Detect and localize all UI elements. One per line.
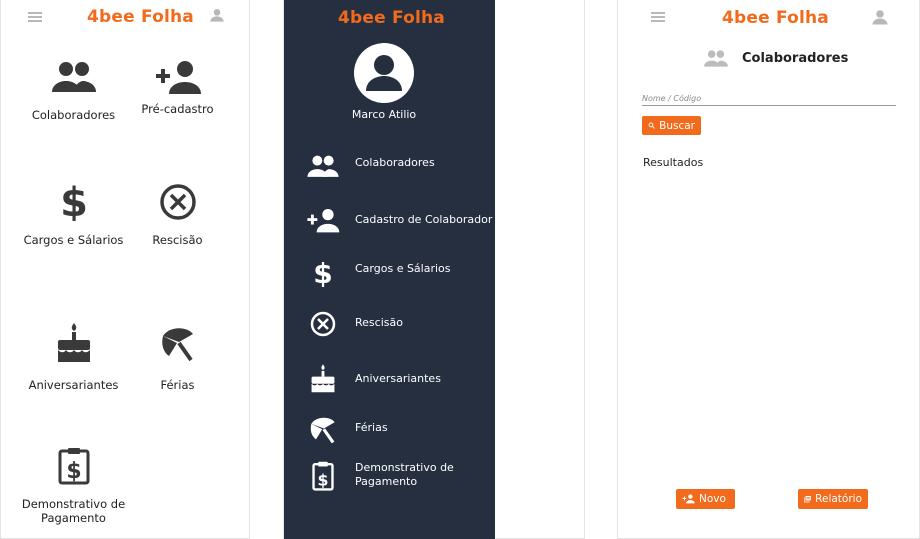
report-button-label: Relatório xyxy=(815,493,862,505)
home-screen: 4bee Folha Colaboradores Pré-cadastro $ … xyxy=(0,0,250,539)
drawer-item-label: Cadastro de Colaborador xyxy=(355,213,493,226)
drawer-item-demonstrativo[interactable]: $ Demonstrativo de Pagamento xyxy=(284,459,495,493)
report-icon xyxy=(804,496,811,503)
dollar-icon: $ xyxy=(60,181,88,221)
tile-label: Rescisão xyxy=(152,233,203,247)
account-icon[interactable] xyxy=(209,7,225,23)
clipboard-dollar-icon: $ xyxy=(312,461,334,491)
svg-text:$: $ xyxy=(313,257,332,287)
beach-umbrella-icon xyxy=(161,328,193,362)
svg-text:$: $ xyxy=(66,459,81,484)
tile-label: Férias xyxy=(160,378,195,392)
tile-ferias[interactable]: Férias xyxy=(115,326,240,392)
drawer-item-label: Demonstrativo de xyxy=(355,461,454,474)
search-button-label: Buscar xyxy=(659,119,695,132)
person-add-icon xyxy=(682,494,695,504)
people-icon xyxy=(704,50,728,67)
cancel-circle-icon xyxy=(159,184,196,220)
app-title: 4bee Folha xyxy=(87,7,194,27)
search-input[interactable] xyxy=(642,90,896,107)
menu-icon[interactable] xyxy=(28,12,42,22)
new-button[interactable]: Novo xyxy=(676,489,735,509)
drawer-item-label: Rescisão xyxy=(355,316,403,329)
tile-pre-cadastro[interactable]: Pré-cadastro xyxy=(115,60,240,116)
colaboradores-screen: 4bee Folha Colaboradores Buscar Resultad… xyxy=(617,0,920,539)
navigation-drawer: 4bee Folha Marco Atilio Colaboradores Ca… xyxy=(284,0,495,539)
tile-rescisao[interactable]: Rescisão xyxy=(115,183,240,247)
person-add-icon xyxy=(155,61,201,94)
drawer-item-label: Aniversariantes xyxy=(355,372,441,385)
drawer-screen: 4bee Folha Marco Atilio Colaboradores Ca… xyxy=(283,0,585,539)
cake-icon xyxy=(311,364,335,393)
drawer-item-label: Férias xyxy=(355,421,388,434)
new-button-label: Novo xyxy=(699,493,726,505)
drawer-item-cadastro[interactable]: Cadastro de Colaborador xyxy=(284,206,495,236)
svg-text:$: $ xyxy=(318,470,329,489)
cake-icon xyxy=(57,323,90,362)
drawer-item-cargos[interactable]: $ Cargos e Sálarios xyxy=(284,255,495,287)
search-button[interactable]: Buscar xyxy=(642,116,701,135)
page-title: Colaboradores xyxy=(742,51,849,66)
people-icon xyxy=(51,62,96,92)
dollar-icon: $ xyxy=(313,257,332,287)
drawer-item-colaboradores[interactable]: Colaboradores xyxy=(284,152,495,182)
results-label: Resultados xyxy=(643,156,704,169)
search-icon xyxy=(648,122,655,129)
clipboard-dollar-icon: $ xyxy=(58,448,89,485)
drawer-item-label-line2: Pagamento xyxy=(355,475,418,488)
drawer-item-label: Cargos e Sálarios xyxy=(355,262,451,275)
tile-label: Pré-cadastro xyxy=(141,102,214,116)
user-name: Marco Atilio xyxy=(351,108,417,121)
cancel-circle-icon xyxy=(310,311,336,337)
person-add-icon xyxy=(307,208,340,233)
drawer-item-rescisao[interactable]: Rescisão xyxy=(284,309,495,339)
people-icon xyxy=(307,155,339,177)
search-field xyxy=(642,88,896,107)
tile-demonstrativo[interactable]: $ Demonstrativo de Pagamento xyxy=(11,447,136,525)
app-title: 4bee Folha xyxy=(722,8,829,28)
avatar[interactable] xyxy=(354,43,414,103)
menu-icon[interactable] xyxy=(651,12,665,22)
report-button[interactable]: Relatório xyxy=(798,489,868,509)
tile-label: Demonstrativo de Pagamento xyxy=(21,497,126,525)
account-icon[interactable] xyxy=(871,8,889,26)
drawer-item-ferias[interactable]: Férias xyxy=(284,414,495,444)
avatar-person-icon xyxy=(366,55,402,91)
svg-text:$: $ xyxy=(60,181,88,221)
drawer-item-aniversariantes[interactable]: Aniversariantes xyxy=(284,361,495,393)
app-title: 4bee Folha xyxy=(338,8,445,28)
beach-umbrella-icon xyxy=(310,417,335,444)
drawer-item-label: Colaboradores xyxy=(355,156,435,169)
